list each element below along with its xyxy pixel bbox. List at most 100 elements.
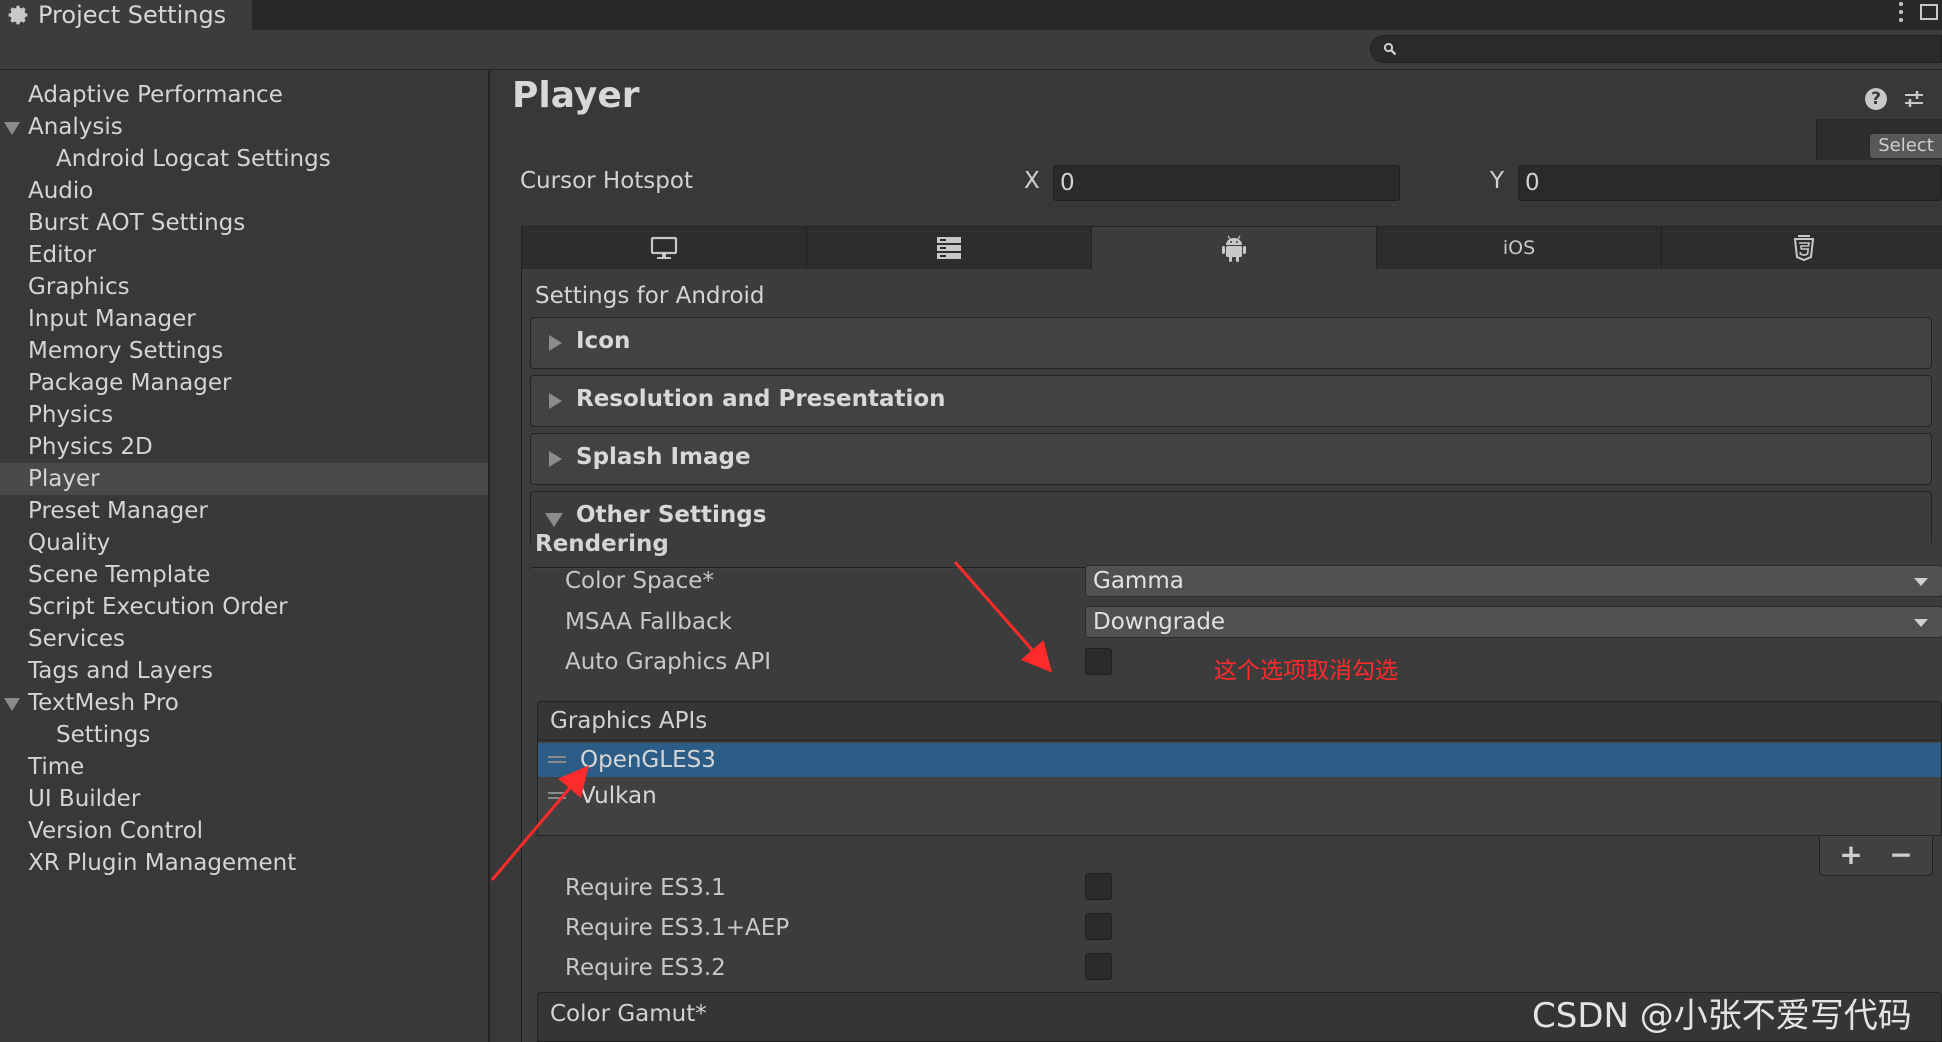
- expand-arrow-icon[interactable]: [4, 698, 20, 711]
- kebab-menu-icon[interactable]: [1898, 2, 1904, 22]
- require-es31-aep-checkbox[interactable]: [1085, 913, 1112, 940]
- select-button[interactable]: Select: [1870, 134, 1942, 158]
- cursor-hotspot-x-field[interactable]: 0: [1053, 165, 1400, 201]
- tab-android[interactable]: [1092, 227, 1377, 270]
- sidebar-item-audio[interactable]: Audio: [0, 175, 488, 207]
- sidebar-item-time[interactable]: Time: [0, 751, 488, 783]
- sidebar-item-label: Script Execution Order: [28, 594, 288, 620]
- monitor-icon: [650, 236, 678, 259]
- expand-arrow-icon[interactable]: [4, 122, 20, 135]
- collapse-arrow-icon: [545, 513, 563, 527]
- auto-graphics-api-checkbox[interactable]: [1085, 648, 1112, 675]
- window-title-bar: Project Settings: [0, 0, 1942, 30]
- sidebar-item-package-manager[interactable]: Package Manager: [0, 367, 488, 399]
- sidebar-item-analysis[interactable]: Analysis: [0, 111, 488, 143]
- remove-api-button[interactable]: −: [1886, 840, 1916, 870]
- sidebar-item-label: Burst AOT Settings: [28, 210, 246, 236]
- sidebar-item-tags-and-layers[interactable]: Tags and Layers: [0, 655, 488, 687]
- gear-icon: [8, 5, 28, 25]
- sidebar-item-label: Preset Manager: [28, 498, 208, 524]
- foldout-splash-image[interactable]: Splash Image: [530, 433, 1932, 485]
- expand-arrow-icon: [549, 451, 562, 467]
- chevron-down-icon: [1914, 578, 1928, 586]
- sidebar-item-label: UI Builder: [28, 786, 141, 812]
- maximize-icon[interactable]: [1920, 4, 1938, 20]
- msaa-fallback-dropdown[interactable]: Downgrade: [1085, 606, 1942, 638]
- api-name: OpenGLES3: [580, 747, 716, 773]
- sidebar-item-editor[interactable]: Editor: [0, 239, 488, 271]
- sliders-icon[interactable]: [1902, 87, 1926, 111]
- sidebar-item-label: Quality: [28, 530, 111, 556]
- search-icon: [1383, 42, 1397, 56]
- sidebar-item-label: Android Logcat Settings: [56, 146, 331, 172]
- foldout-other-settings[interactable]: Other Settings: [530, 491, 1932, 543]
- sidebar-item-quality[interactable]: Quality: [0, 527, 488, 559]
- foldout-icon[interactable]: Icon: [530, 317, 1932, 369]
- cursor-hotspot-y-label: Y: [1490, 168, 1505, 194]
- sidebar-item-android-logcat-settings[interactable]: Android Logcat Settings: [0, 143, 488, 175]
- require-es32-checkbox[interactable]: [1085, 953, 1112, 980]
- sidebar-item-label: Input Manager: [28, 306, 196, 332]
- player-settings-panel: Player ? Select Cursor Hotspot X 0 Y 0 i…: [492, 71, 1942, 1042]
- expand-arrow-icon: [549, 393, 562, 409]
- sidebar-item-label: Analysis: [28, 114, 123, 140]
- list-item-vulkan[interactable]: Vulkan: [538, 779, 1941, 813]
- color-space-dropdown[interactable]: Gamma: [1085, 565, 1942, 597]
- auto-graphics-api-label: Auto Graphics API: [565, 649, 771, 675]
- search-input[interactable]: [1370, 35, 1942, 63]
- sidebar-item-label: Version Control: [28, 818, 204, 844]
- android-icon: [1222, 235, 1246, 262]
- server-icon: [937, 237, 961, 259]
- tab-ios[interactable]: iOS: [1377, 227, 1662, 270]
- drag-handle-icon[interactable]: [548, 756, 566, 763]
- api-name: Vulkan: [580, 783, 657, 809]
- drag-handle-icon[interactable]: [548, 792, 566, 799]
- foldout-label: Icon: [576, 328, 631, 354]
- list-item-opengles3[interactable]: OpenGLES3: [538, 743, 1941, 777]
- sidebar-item-adaptive-performance[interactable]: Adaptive Performance: [0, 79, 488, 111]
- foldout-resolution-and-presentation[interactable]: Resolution and Presentation: [530, 375, 1932, 427]
- msaa-fallback-label: MSAA Fallback: [565, 609, 732, 635]
- sidebar-item-physics[interactable]: Physics: [0, 399, 488, 431]
- help-icon[interactable]: ?: [1865, 88, 1887, 110]
- require-es31-checkbox[interactable]: [1085, 873, 1112, 900]
- sidebar-item-label: Time: [28, 754, 85, 780]
- sidebar-item-preset-manager[interactable]: Preset Manager: [0, 495, 488, 527]
- sidebar-item-label: Settings: [56, 722, 151, 748]
- project-settings-tab[interactable]: Project Settings: [0, 0, 252, 30]
- sidebar-item-graphics[interactable]: Graphics: [0, 271, 488, 303]
- sidebar-item-label: Editor: [28, 242, 97, 268]
- watermark: CSDN @小张不爱写代码: [1532, 996, 1912, 1036]
- sidebar-item-label: Tags and Layers: [28, 658, 213, 684]
- sidebar-item-ui-builder[interactable]: UI Builder: [0, 783, 488, 815]
- sidebar-item-services[interactable]: Services: [0, 623, 488, 655]
- sidebar-item-scene-template[interactable]: Scene Template: [0, 559, 488, 591]
- cursor-hotspot-y-field[interactable]: 0: [1518, 165, 1942, 201]
- annotation-text: 这个选项取消勾选: [1214, 658, 1398, 684]
- sidebar-item-settings[interactable]: Settings: [0, 719, 488, 751]
- sidebar-item-input-manager[interactable]: Input Manager: [0, 303, 488, 335]
- html5-icon: [1793, 235, 1815, 261]
- sidebar-item-burst-aot-settings[interactable]: Burst AOT Settings: [0, 207, 488, 239]
- sidebar-item-version-control[interactable]: Version Control: [0, 815, 488, 847]
- add-api-button[interactable]: +: [1836, 840, 1866, 870]
- sidebar-item-textmesh-pro[interactable]: TextMesh Pro: [0, 687, 488, 719]
- toolbar: [0, 30, 1942, 70]
- color-space-label: Color Space*: [565, 568, 714, 594]
- sidebar-item-label: Physics 2D: [28, 434, 153, 460]
- tab-webgl[interactable]: [1662, 227, 1942, 270]
- cursor-hotspot-x-label: X: [1024, 168, 1040, 194]
- tab-standalone[interactable]: [522, 227, 807, 270]
- graphics-apis-title: Graphics APIs: [550, 708, 708, 734]
- require-es32-label: Require ES3.2: [565, 955, 726, 981]
- sidebar-item-physics-2d[interactable]: Physics 2D: [0, 431, 488, 463]
- expand-arrow-icon: [549, 335, 562, 351]
- sidebar-item-player[interactable]: Player: [0, 463, 488, 495]
- tab-server[interactable]: [807, 227, 1092, 270]
- sidebar-item-memory-settings[interactable]: Memory Settings: [0, 335, 488, 367]
- sidebar-item-script-execution-order[interactable]: Script Execution Order: [0, 591, 488, 623]
- graphics-apis-list: OpenGLES3 Vulkan: [537, 741, 1942, 836]
- sidebar-item-xr-plugin-management[interactable]: XR Plugin Management: [0, 847, 488, 879]
- window-title: Project Settings: [38, 1, 227, 29]
- sidebar-item-label: Physics: [28, 402, 114, 428]
